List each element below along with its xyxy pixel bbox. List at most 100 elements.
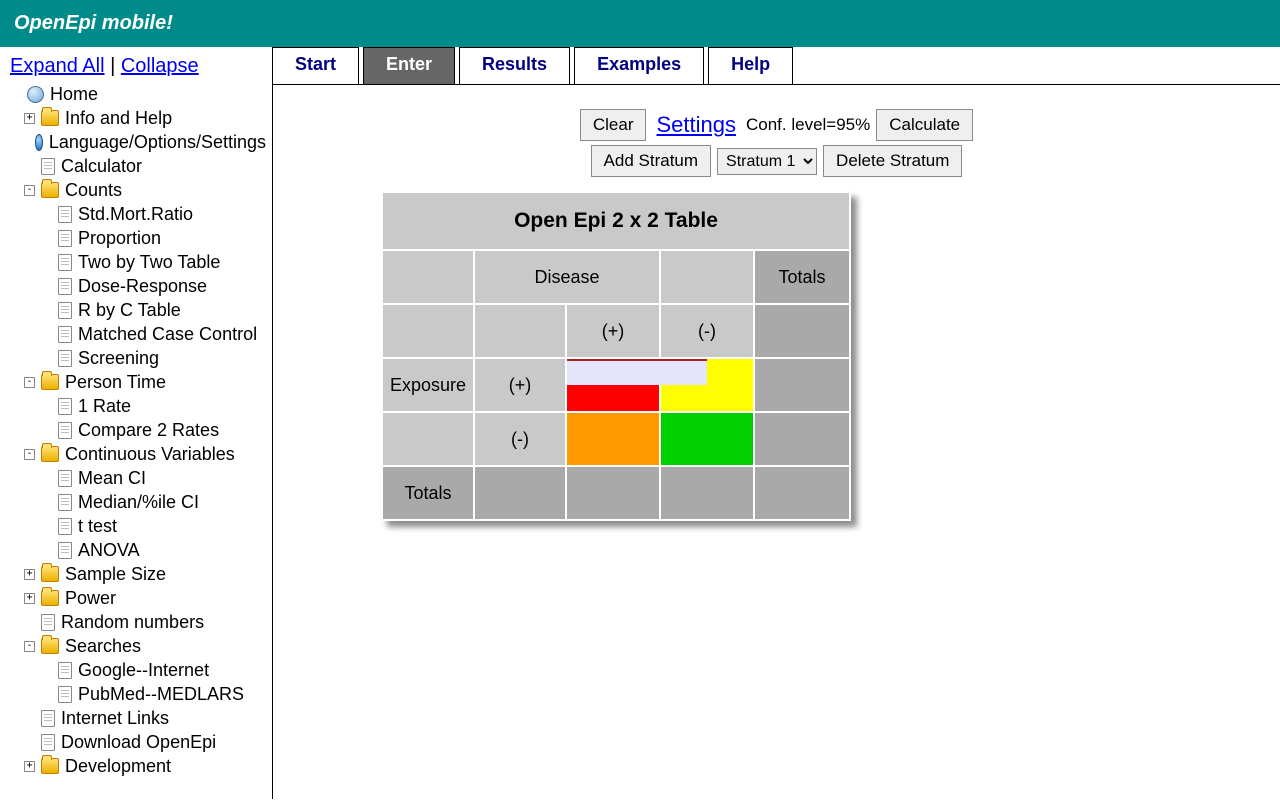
page-icon <box>58 686 72 703</box>
tree-info-help[interactable]: +Info and Help <box>10 106 266 130</box>
tree-lang-opts[interactable]: Language/Options/Settings <box>10 130 266 154</box>
tree-home[interactable]: Home <box>10 82 266 106</box>
tree-counts[interactable]: -Counts <box>10 178 266 202</box>
tree-item[interactable]: Proportion <box>10 226 266 250</box>
tree-power[interactable]: +Power <box>10 586 266 610</box>
page-icon <box>58 278 72 295</box>
totals-row-label: Totals <box>382 466 474 520</box>
folder-icon <box>41 758 59 774</box>
totals-header: Totals <box>754 250 850 304</box>
cell-c[interactable] <box>566 412 660 466</box>
page-icon <box>58 662 72 679</box>
toolbar: Clear Settings Conf. level=95% Calculate <box>273 109 1280 141</box>
collapse-icon[interactable]: - <box>24 377 35 388</box>
table-title: Open Epi 2 x 2 Table <box>382 192 850 250</box>
tree-item[interactable]: Median/%ile CI <box>10 490 266 514</box>
collapse-icon[interactable]: - <box>24 185 35 196</box>
page-icon <box>58 254 72 271</box>
page-icon <box>41 710 55 727</box>
tree-searches[interactable]: -Searches <box>10 634 266 658</box>
tree-item[interactable]: PubMed--MEDLARS <box>10 682 266 706</box>
row1-total <box>754 358 850 412</box>
tree-random[interactable]: Random numbers <box>10 610 266 634</box>
tree-internet-links[interactable]: Internet Links <box>10 706 266 730</box>
tree-item[interactable]: Screening <box>10 346 266 370</box>
calculate-button[interactable]: Calculate <box>876 109 973 141</box>
collapse-link[interactable]: Collapse <box>121 55 199 77</box>
tab-help[interactable]: Help <box>708 47 793 84</box>
home-icon <box>27 86 44 103</box>
stratum-select[interactable]: Stratum 1 <box>717 148 817 175</box>
tab-start[interactable]: Start <box>272 47 359 84</box>
tree-person-time[interactable]: -Person Time <box>10 370 266 394</box>
delete-stratum-button[interactable]: Delete Stratum <box>823 145 962 177</box>
active-input-field[interactable] <box>567 359 707 385</box>
disease-header: Disease <box>474 250 660 304</box>
clear-button[interactable]: Clear <box>580 109 647 141</box>
app-title: OpenEpi mobile! <box>14 12 173 34</box>
collapse-icon[interactable]: - <box>24 641 35 652</box>
tree-item[interactable]: R by C Table <box>10 298 266 322</box>
tab-results[interactable]: Results <box>459 47 570 84</box>
expand-icon[interactable]: + <box>24 569 35 580</box>
exposure-minus: (-) <box>474 412 566 466</box>
globe-icon <box>35 134 43 151</box>
tree-download[interactable]: Download OpenEpi <box>10 730 266 754</box>
page-icon <box>58 542 72 559</box>
tree-item[interactable]: Mean CI <box>10 466 266 490</box>
page-icon <box>41 734 55 751</box>
settings-link[interactable]: Settings <box>656 112 736 138</box>
collapse-icon[interactable]: - <box>24 449 35 460</box>
expand-icon[interactable]: + <box>24 113 35 124</box>
main-panel: Start Enter Results Examples Help Clear … <box>272 47 1280 799</box>
grand-total <box>754 466 850 520</box>
col2-total <box>660 466 754 520</box>
expand-icon[interactable]: + <box>24 593 35 604</box>
tree-cont-vars[interactable]: -Continuous Variables <box>10 442 266 466</box>
tree-item[interactable]: Std.Mort.Ratio <box>10 202 266 226</box>
tree-item[interactable]: 1 Rate <box>10 394 266 418</box>
tree-calculator[interactable]: Calculator <box>10 154 266 178</box>
page-icon <box>58 206 72 223</box>
folder-icon <box>41 590 59 606</box>
page-icon <box>58 302 72 319</box>
tree-item[interactable]: Dose-Response <box>10 274 266 298</box>
toolbar-row2: Add Stratum Stratum 1 Delete Stratum <box>273 145 1280 177</box>
expand-icon[interactable]: + <box>24 761 35 772</box>
tab-bar: Start Enter Results Examples Help <box>272 47 1280 85</box>
exposure-header: Exposure <box>382 358 474 412</box>
folder-icon <box>41 566 59 582</box>
tree-item[interactable]: Google--Internet <box>10 658 266 682</box>
page-icon <box>58 494 72 511</box>
page-icon <box>58 326 72 343</box>
page-icon <box>41 614 55 631</box>
page-icon <box>41 158 55 175</box>
disease-minus: (-) <box>660 304 754 358</box>
page-icon <box>58 350 72 367</box>
page-icon <box>58 518 72 535</box>
page-icon <box>58 230 72 247</box>
folder-icon <box>41 446 59 462</box>
tab-examples[interactable]: Examples <box>574 47 704 84</box>
nav-tree: Home +Info and Help Language/Options/Set… <box>10 82 266 778</box>
page-icon <box>58 422 72 439</box>
tree-item[interactable]: Matched Case Control <box>10 322 266 346</box>
tree-item[interactable]: t test <box>10 514 266 538</box>
tree-item[interactable]: ANOVA <box>10 538 266 562</box>
tree-development[interactable]: +Development <box>10 754 266 778</box>
two-by-two-table: Open Epi 2 x 2 Table Disease Totals (+) … <box>381 191 851 521</box>
cell-d[interactable] <box>660 412 754 466</box>
tree-item[interactable]: Two by Two Table <box>10 250 266 274</box>
folder-icon <box>41 182 59 198</box>
tree-item[interactable]: Compare 2 Rates <box>10 418 266 442</box>
tab-enter[interactable]: Enter <box>363 47 455 84</box>
row2-total <box>754 412 850 466</box>
page-icon <box>58 470 72 487</box>
col1-total <box>566 466 660 520</box>
expand-all-link[interactable]: Expand All <box>10 55 105 77</box>
add-stratum-button[interactable]: Add Stratum <box>591 145 712 177</box>
tree-sample-size[interactable]: +Sample Size <box>10 562 266 586</box>
folder-icon <box>41 110 59 126</box>
tree-controls: Expand All | Collapse <box>10 55 266 78</box>
main-container: Expand All | Collapse Home +Info and Hel… <box>0 47 1280 799</box>
